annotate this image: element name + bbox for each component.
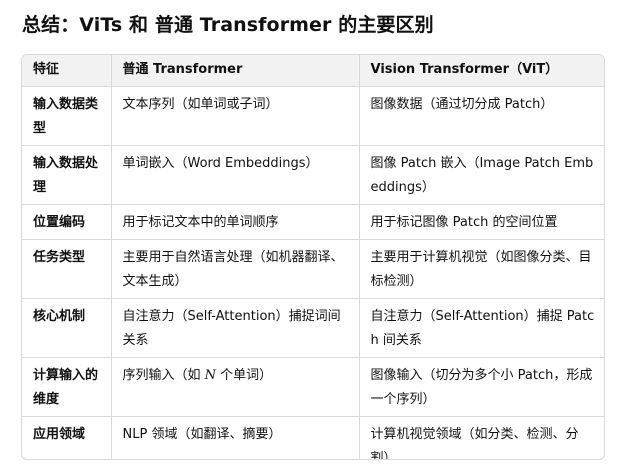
transformer-text-suffix: 个单词）: [220, 368, 273, 383]
header-feature: 特征: [22, 55, 112, 87]
feature-cell: 位置编码: [22, 204, 112, 240]
page-title: 总结：ViTs 和 普通 Transformer 的主要区别: [22, 14, 434, 36]
table-row: 输入数据处理 单词嵌入（Word Embeddings） 图像 Patch 嵌入…: [22, 145, 604, 205]
table-row: 应用领域 NLP 领域（如翻译、摘要） 计算机视觉领域（如分类、检测、分割）: [22, 416, 604, 459]
transformer-cell: 主要用于自然语言处理（如机器翻译、文本生成）: [110, 239, 360, 299]
feature-cell: 输入数据类型: [22, 86, 112, 146]
feature-cell: 核心机制: [22, 298, 112, 358]
page: 总结：ViTs 和 普通 Transformer 的主要区别 特征 普通 Tra…: [0, 0, 642, 468]
transformer-text-prefix: 序列输入（如: [122, 368, 201, 383]
header-vit: Vision Transformer（ViT）: [358, 55, 604, 87]
feature-cell: 计算输入的维度: [22, 357, 112, 417]
transformer-cell: 序列输入（如 N 个单词）: [110, 357, 360, 417]
vit-cell: 自注意力（Self-Attention）捕捉 Patch 间关系: [358, 298, 604, 358]
header-transformer: 普通 Transformer: [110, 55, 360, 87]
transformer-cell: 自注意力（Self-Attention）捕捉词间关系: [110, 298, 360, 358]
vit-cell: 图像数据（通过切分成 Patch）: [358, 86, 604, 146]
transformer-cell: NLP 领域（如翻译、摘要）: [110, 416, 360, 459]
table-row: 输入数据类型 文本序列（如单词或子词） 图像数据（通过切分成 Patch）: [22, 86, 604, 146]
vit-cell: 计算机视觉领域（如分类、检测、分割）: [358, 416, 604, 459]
transformer-cell: 用于标记文本中的单词顺序: [110, 204, 360, 240]
feature-cell: 应用领域: [22, 416, 112, 459]
transformer-cell: 文本序列（如单词或子词）: [110, 86, 360, 146]
transformer-cell: 单词嵌入（Word Embeddings）: [110, 145, 360, 205]
comparison-table: 特征 普通 Transformer Vision Transformer（ViT…: [22, 55, 604, 459]
feature-cell: 输入数据处理: [22, 145, 112, 205]
vit-cell: 图像输入（切分为多个小 Patch，形成一个序列）: [358, 357, 604, 417]
vit-cell: 图像 Patch 嵌入（Image Patch Embeddings）: [358, 145, 604, 205]
table-row: 计算输入的维度 序列输入（如 N 个单词） 图像输入（切分为多个小 Patch，…: [22, 357, 604, 417]
comparison-table-container: 特征 普通 Transformer Vision Transformer（ViT…: [21, 54, 605, 460]
table-row: 核心机制 自注意力（Self-Attention）捕捉词间关系 自注意力（Sel…: [22, 298, 604, 358]
table-row: 任务类型 主要用于自然语言处理（如机器翻译、文本生成） 主要用于计算机视觉（如图…: [22, 239, 604, 299]
vit-cell: 主要用于计算机视觉（如图像分类、目标检测）: [358, 239, 604, 299]
vit-cell: 用于标记图像 Patch 的空间位置: [358, 204, 604, 240]
feature-cell: 任务类型: [22, 239, 112, 299]
math-variable-n: N: [204, 368, 217, 383]
table-header-row: 特征 普通 Transformer Vision Transformer（ViT…: [22, 55, 604, 87]
table-row: 位置编码 用于标记文本中的单词顺序 用于标记图像 Patch 的空间位置: [22, 204, 604, 240]
